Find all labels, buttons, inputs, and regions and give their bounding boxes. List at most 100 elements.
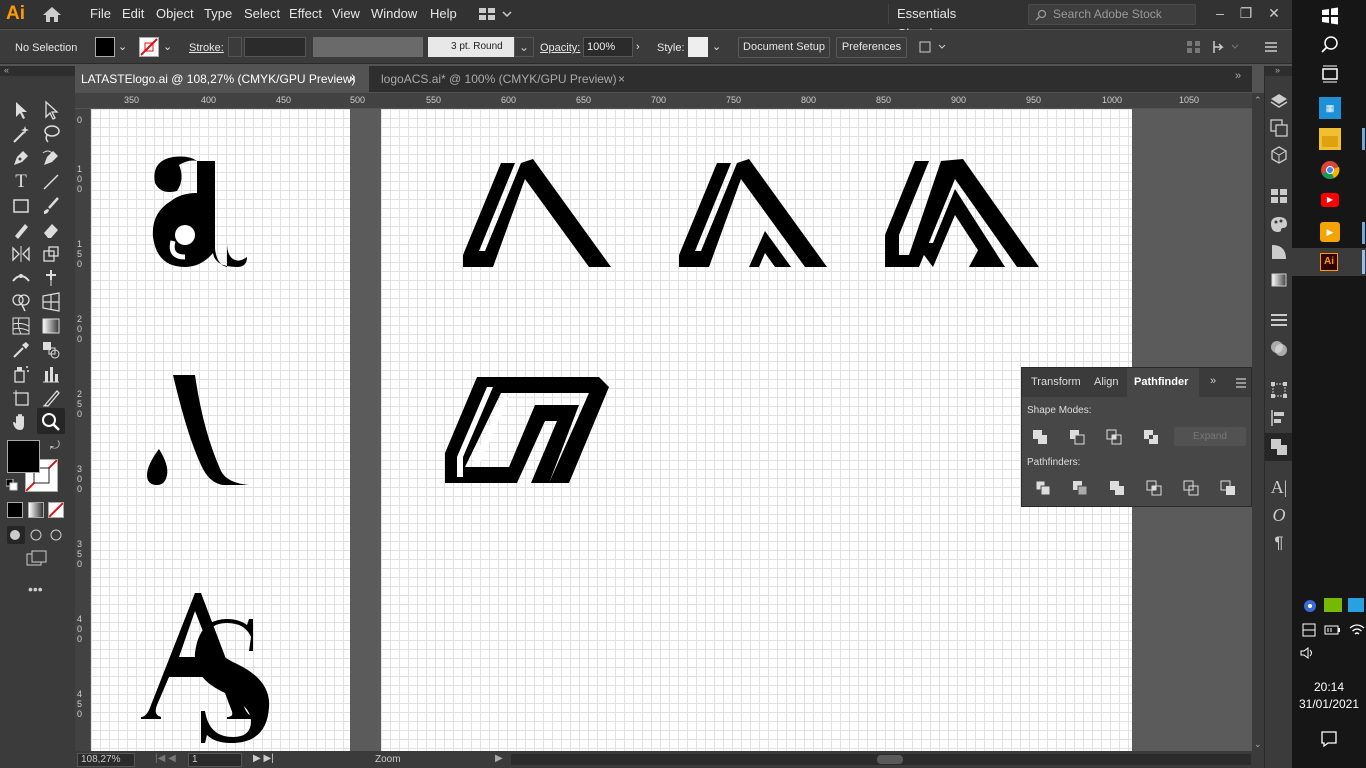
preferences-button[interactable]: Preferences	[836, 37, 907, 58]
magic-wand-icon[interactable]	[10, 123, 32, 145]
appearance-icon[interactable]	[1269, 242, 1289, 262]
style-swatch[interactable]	[688, 37, 708, 57]
intersect-icon[interactable]	[1105, 428, 1123, 446]
color-mode-icon[interactable]	[7, 502, 23, 518]
libraries-icon[interactable]	[1269, 145, 1289, 165]
chevron-down-icon[interactable]: ⌄	[118, 39, 127, 55]
control-panel-icon[interactable]: ▦	[1319, 97, 1341, 119]
network-tray-icon[interactable]	[1302, 598, 1318, 614]
menu-effect[interactable]: Effect	[283, 0, 328, 29]
align-panel-icon[interactable]	[1269, 408, 1289, 428]
windows-start-icon[interactable]	[1319, 5, 1341, 27]
horizontal-scrollbar[interactable]	[511, 754, 1251, 765]
tab-overflow-icon[interactable]: »	[1235, 70, 1241, 82]
mesh-tool-icon[interactable]	[10, 315, 32, 337]
hand-tool-icon[interactable]	[10, 411, 32, 433]
scroll-up-icon[interactable]: ⌃	[1254, 95, 1262, 105]
paragraph-panel-icon[interactable]: ¶	[1269, 533, 1289, 553]
battery-icon[interactable]	[1324, 623, 1342, 637]
brush-definition[interactable]: 3 pt. Round	[428, 37, 514, 57]
stroke-stepper[interactable]	[228, 37, 242, 57]
artboard-left[interactable]	[91, 109, 350, 751]
shape-builder-tool-icon[interactable]	[10, 291, 32, 313]
align-icon[interactable]	[1186, 40, 1202, 54]
transform-panel-icon[interactable]	[1269, 380, 1289, 400]
color-guide-icon[interactable]	[1269, 214, 1289, 234]
pathfinder-panel-icon[interactable]	[1269, 437, 1289, 457]
minimize-button[interactable]: –	[1208, 3, 1232, 23]
selection-tool-icon[interactable]	[10, 99, 32, 121]
vertical-ruler[interactable]: 0 100 150 200 250 300 350 400 450	[75, 109, 91, 751]
first-artboard-icon[interactable]: |◀ ◀	[155, 753, 176, 764]
swap-colors-icon[interactable]: ⤾	[50, 438, 60, 453]
fill-swatch[interactable]	[95, 37, 115, 57]
opacity-label[interactable]: Opacity:	[540, 40, 580, 56]
pen-tool-icon[interactable]	[10, 147, 32, 169]
panel-collapse-icon[interactable]: »	[1210, 375, 1216, 387]
layers-icon[interactable]	[1269, 91, 1289, 111]
symbol-sprayer-tool-icon[interactable]	[10, 363, 32, 385]
divide-icon[interactable]	[1034, 479, 1052, 497]
artboard-right[interactable]	[381, 109, 1132, 751]
chevron-down-icon[interactable]: ⌄	[514, 37, 534, 57]
outline-icon[interactable]	[1182, 479, 1200, 497]
swatches-icon[interactable]	[1269, 186, 1289, 206]
transparency-icon[interactable]	[1269, 338, 1289, 358]
menu-help[interactable]: Help	[424, 0, 463, 29]
artboard-number-input[interactable]: 1	[188, 753, 242, 767]
blend-tool-icon[interactable]	[40, 339, 62, 361]
trim-icon[interactable]	[1071, 479, 1089, 497]
chevron-down-icon[interactable]: ⌄	[712, 39, 721, 55]
document-setup-button[interactable]: Document Setup	[738, 37, 830, 58]
file-explorer-icon[interactable]	[1319, 128, 1341, 150]
draw-modes-icon[interactable]	[7, 526, 67, 544]
close-button[interactable]: ✕	[1262, 3, 1286, 23]
chevron-right-icon[interactable]: ›	[636, 39, 640, 55]
close-icon[interactable]: ×	[349, 66, 356, 92]
taskbar-date[interactable]: 31/01/2021	[1292, 697, 1366, 711]
tab-latastelogo[interactable]: LATASTElogo.ai @ 108,27% (CMYK/GPU Previ…	[75, 66, 369, 92]
type-tool-icon[interactable]: T	[10, 171, 32, 193]
maximize-button[interactable]: ❐	[1234, 3, 1258, 23]
screen-mode-icon[interactable]	[26, 550, 48, 568]
default-colors-icon[interactable]	[5, 478, 18, 491]
zoom-tool-icon[interactable]	[40, 411, 62, 433]
logo-lambda-serif[interactable]	[143, 375, 251, 487]
menu-type[interactable]: Type	[198, 0, 238, 29]
logo-as-serif[interactable]	[139, 593, 271, 745]
lasso-tool-icon[interactable]	[40, 123, 62, 145]
transform-icon[interactable]	[917, 39, 947, 55]
character-panel-icon[interactable]: A|	[1269, 477, 1289, 497]
opacity-input[interactable]: 100%	[583, 37, 633, 57]
tab-align[interactable]: Align	[1094, 368, 1118, 397]
chevron-down-icon[interactable]: ⌄	[163, 39, 172, 55]
rectangle-tool-icon[interactable]	[10, 195, 32, 217]
chrome-icon[interactable]	[1319, 159, 1341, 181]
gradient-tool-icon[interactable]	[40, 315, 62, 337]
menu-select[interactable]: Select	[238, 0, 286, 29]
scale-tool-icon[interactable]	[40, 243, 62, 265]
eyedropper-tool-icon[interactable]	[10, 339, 32, 361]
media-player-icon[interactable]: ▶	[1320, 222, 1340, 242]
status-menu-icon[interactable]: ▶	[495, 753, 503, 764]
none-mode-icon[interactable]	[48, 502, 64, 518]
menu-view[interactable]: View	[326, 0, 366, 29]
minus-back-icon[interactable]	[1219, 479, 1237, 497]
nvidia-tray-icon[interactable]	[1324, 598, 1342, 612]
menu-edit[interactable]: Edit	[116, 0, 150, 29]
close-icon[interactable]: ×	[618, 66, 625, 92]
column-graph-tool-icon[interactable]	[40, 363, 62, 385]
slice-tool-icon[interactable]	[40, 387, 62, 409]
stroke-swatch[interactable]	[139, 37, 159, 57]
search-adobe-stock-input[interactable]: Search Adobe Stock	[1028, 4, 1196, 25]
vertical-scrollbar[interactable]: ⌃ ⌄	[1252, 93, 1264, 751]
opentype-panel-icon[interactable]: O	[1269, 505, 1289, 525]
shaper-tool-icon[interactable]	[10, 219, 32, 241]
artboards-icon[interactable]	[1269, 118, 1289, 138]
exclude-icon[interactable]	[1142, 428, 1160, 446]
menu-icon[interactable]	[1264, 40, 1278, 54]
volume-icon[interactable]	[1300, 646, 1316, 660]
stroke-label[interactable]: Stroke:	[189, 40, 224, 56]
expand-button[interactable]: Expand	[1174, 427, 1246, 446]
logo-mark-1[interactable]	[463, 159, 611, 269]
